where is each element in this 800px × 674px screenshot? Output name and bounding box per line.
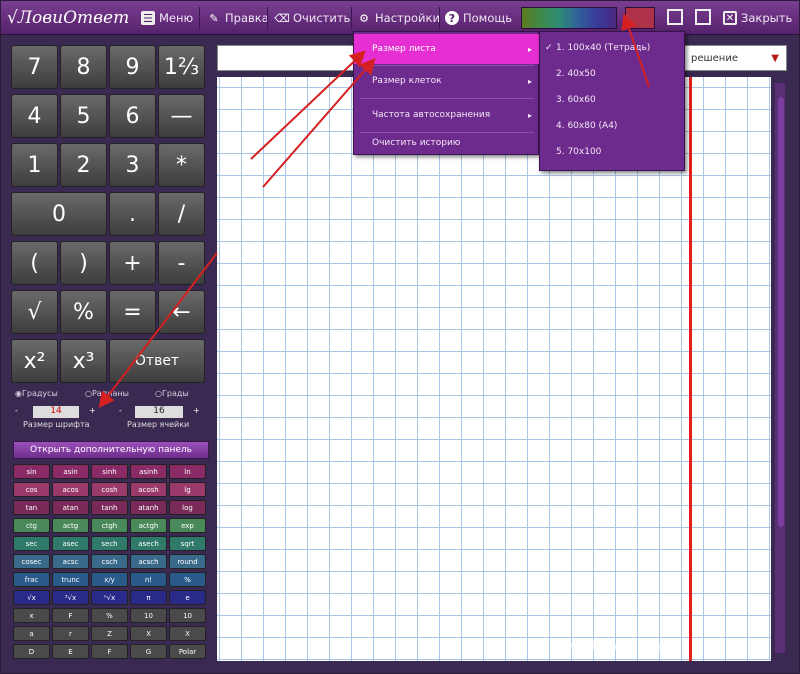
annotation-arrow — [262, 57, 376, 188]
app-window: √ЛовиОтвет ☰ Меню ✎ Правка ⌫ Очистить ⚙ … — [0, 0, 800, 674]
annotation-arrows — [98, 13, 650, 409]
annotation-arrow — [621, 13, 650, 88]
annotation-arrow — [98, 252, 218, 409]
watermark: www.ibexwall.org — [556, 639, 661, 653]
annotation-arrow — [250, 50, 366, 160]
